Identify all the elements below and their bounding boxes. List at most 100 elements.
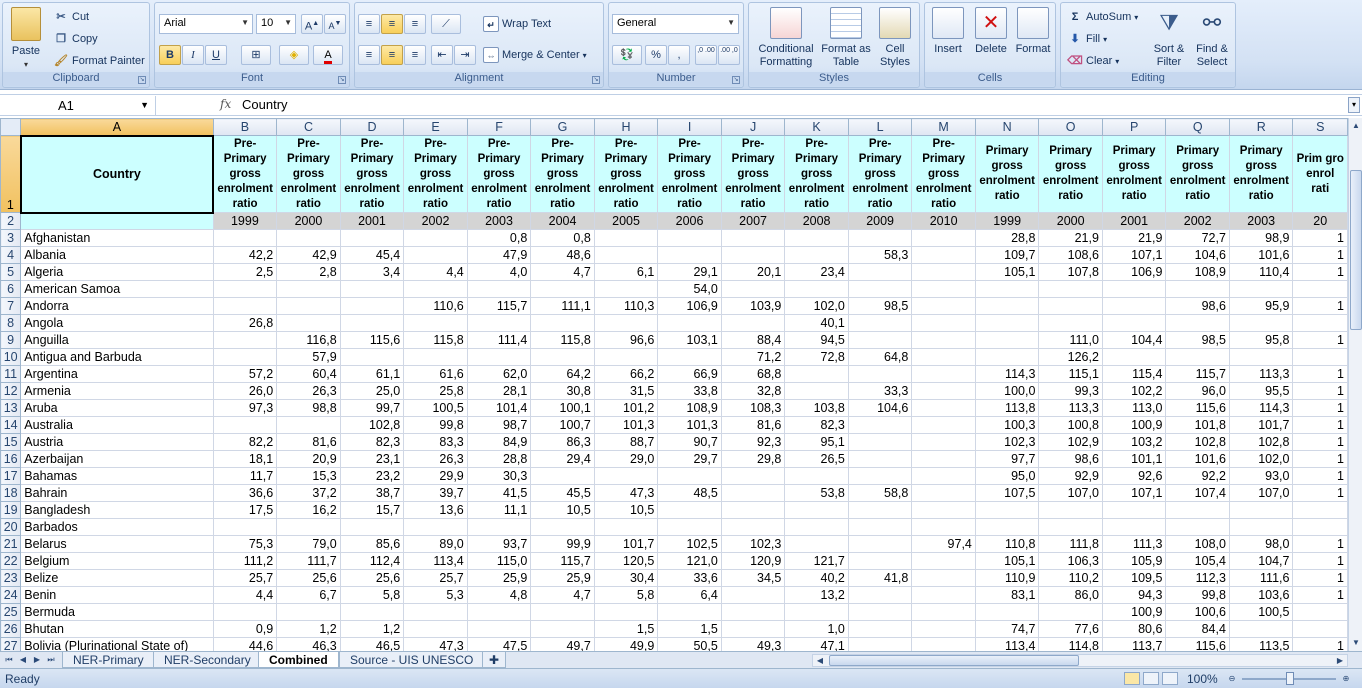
table-cell[interactable]: 108,6 — [1038, 246, 1103, 264]
table-cell[interactable] — [212, 280, 278, 298]
table-cell[interactable]: 94,5 — [784, 331, 849, 349]
format-cells-button[interactable]: Format — [1013, 7, 1053, 56]
table-cell[interactable]: 95,8 — [1228, 331, 1294, 349]
table-cell[interactable]: 1 — [1292, 365, 1348, 383]
column-header[interactable]: R — [1228, 118, 1294, 136]
year-cell[interactable]: 1999 — [974, 212, 1040, 230]
table-cell[interactable]: 105,9 — [1101, 552, 1167, 570]
table-cell[interactable]: 110,3 — [593, 297, 659, 315]
table-cell[interactable] — [784, 280, 849, 298]
find-select-button[interactable]: ⚯ Find & Select — [1191, 7, 1233, 69]
table-cell[interactable]: 1 — [1292, 263, 1348, 281]
row-header[interactable]: 2 — [0, 212, 22, 230]
row-header[interactable]: 9 — [0, 331, 22, 349]
table-cell[interactable]: 31,5 — [593, 382, 659, 400]
column-header[interactable]: D — [339, 118, 405, 136]
table-cell[interactable]: 90,7 — [657, 433, 722, 451]
conditional-formatting-button[interactable]: Conditional Formatting — [751, 7, 821, 69]
table-cell[interactable] — [403, 518, 468, 536]
table-cell[interactable]: 111,1 — [530, 297, 595, 315]
table-cell[interactable]: 3,4 — [339, 263, 405, 281]
table-cell[interactable] — [847, 501, 913, 519]
table-cell[interactable]: 113,5 — [1228, 637, 1294, 651]
table-cell[interactable]: 29,0 — [593, 450, 659, 468]
table-cell[interactable] — [911, 229, 976, 247]
sheet-tab-ner-primary[interactable]: NER-Primary — [62, 652, 155, 668]
table-cell[interactable]: 100,9 — [1101, 416, 1167, 434]
table-cell[interactable] — [403, 280, 468, 298]
table-cell[interactable]: 66,9 — [657, 365, 722, 383]
table-cell[interactable] — [657, 246, 722, 264]
table-cell[interactable]: 21,9 — [1101, 229, 1167, 247]
table-cell[interactable]: 109,5 — [1101, 569, 1167, 587]
table-cell[interactable]: 114,3 — [974, 365, 1040, 383]
row-header[interactable]: 4 — [0, 246, 22, 264]
table-cell[interactable]: 0,9 — [212, 620, 278, 638]
table-cell[interactable] — [1228, 518, 1294, 536]
font-family-select[interactable]: Arial ▼ — [159, 14, 253, 34]
font-color-button[interactable]: A — [313, 45, 343, 65]
row-header[interactable]: 15 — [0, 433, 22, 451]
year-cell[interactable]: 2003 — [466, 212, 532, 230]
table-cell[interactable]: 82,3 — [784, 416, 849, 434]
table-cell[interactable]: 25,6 — [339, 569, 405, 587]
table-cell[interactable]: 89,0 — [403, 535, 468, 553]
copy-button[interactable]: ❐ Copy — [53, 31, 98, 47]
country-cell[interactable]: Antigua and Barbuda — [20, 348, 214, 366]
italic-button[interactable]: I — [182, 45, 204, 65]
table-cell[interactable]: 92,6 — [1101, 467, 1167, 485]
horizontal-scroll-thumb[interactable] — [829, 655, 1079, 666]
table-cell[interactable] — [784, 246, 849, 264]
table-cell[interactable]: 1 — [1292, 535, 1348, 553]
row-header[interactable]: 5 — [0, 263, 22, 281]
table-cell[interactable]: 106,9 — [1101, 263, 1167, 281]
column-header[interactable]: S — [1292, 118, 1348, 136]
table-cell[interactable] — [974, 348, 1040, 366]
table-cell[interactable]: 104,6 — [847, 399, 913, 417]
table-cell[interactable]: 107,1 — [1101, 484, 1167, 502]
table-cell[interactable]: 1 — [1292, 416, 1348, 434]
table-cell[interactable] — [339, 518, 405, 536]
table-cell[interactable] — [911, 603, 976, 621]
column-header[interactable]: F — [466, 118, 532, 136]
first-sheet-icon[interactable]: ⏮ — [3, 654, 15, 666]
year-cell[interactable]: 2005 — [593, 212, 659, 230]
table-cell[interactable] — [1038, 603, 1103, 621]
table-cell[interactable]: 4,7 — [530, 263, 595, 281]
country-cell[interactable]: Argentina — [20, 365, 214, 383]
country-cell[interactable]: Bahamas — [20, 467, 214, 485]
table-cell[interactable] — [847, 416, 913, 434]
country-cell[interactable]: Armenia — [20, 382, 214, 400]
table-cell[interactable]: 11,7 — [212, 467, 278, 485]
table-cell[interactable]: 100,5 — [1228, 603, 1294, 621]
table-cell[interactable] — [847, 620, 913, 638]
table-cell[interactable]: 97,7 — [974, 450, 1040, 468]
table-cell[interactable]: 107,4 — [1165, 484, 1230, 502]
country-cell[interactable]: Bermuda — [20, 603, 214, 621]
table-cell[interactable]: 5,8 — [593, 586, 659, 604]
row-header[interactable]: 26 — [0, 620, 22, 638]
table-cell[interactable]: 33,3 — [847, 382, 913, 400]
table-cell[interactable]: 79,0 — [276, 535, 341, 553]
table-cell[interactable]: 44,6 — [212, 637, 278, 651]
table-cell[interactable]: 58,8 — [847, 484, 913, 502]
row-header[interactable]: 23 — [0, 569, 22, 587]
column-header[interactable]: O — [1038, 118, 1103, 136]
table-cell[interactable] — [1292, 501, 1348, 519]
table-cell[interactable]: 29,7 — [657, 450, 722, 468]
table-cell[interactable] — [911, 399, 976, 417]
pre-primary-header-cell[interactable]: Pre-Primary gross enrolment ratio — [847, 135, 913, 213]
align-middle-button[interactable]: ≡ — [381, 14, 403, 34]
table-cell[interactable] — [847, 433, 913, 451]
table-cell[interactable]: 92,9 — [1038, 467, 1103, 485]
table-cell[interactable] — [784, 518, 849, 536]
pre-primary-header-cell[interactable]: Pre-Primary gross enrolment ratio — [784, 135, 849, 213]
table-cell[interactable] — [1292, 348, 1348, 366]
table-cell[interactable]: 115,8 — [403, 331, 468, 349]
table-cell[interactable]: 114,3 — [1228, 399, 1294, 417]
table-cell[interactable]: 40,2 — [784, 569, 849, 587]
table-cell[interactable]: 113,4 — [974, 637, 1040, 651]
table-cell[interactable] — [847, 365, 913, 383]
table-cell[interactable] — [1165, 280, 1230, 298]
table-cell[interactable] — [1101, 501, 1167, 519]
